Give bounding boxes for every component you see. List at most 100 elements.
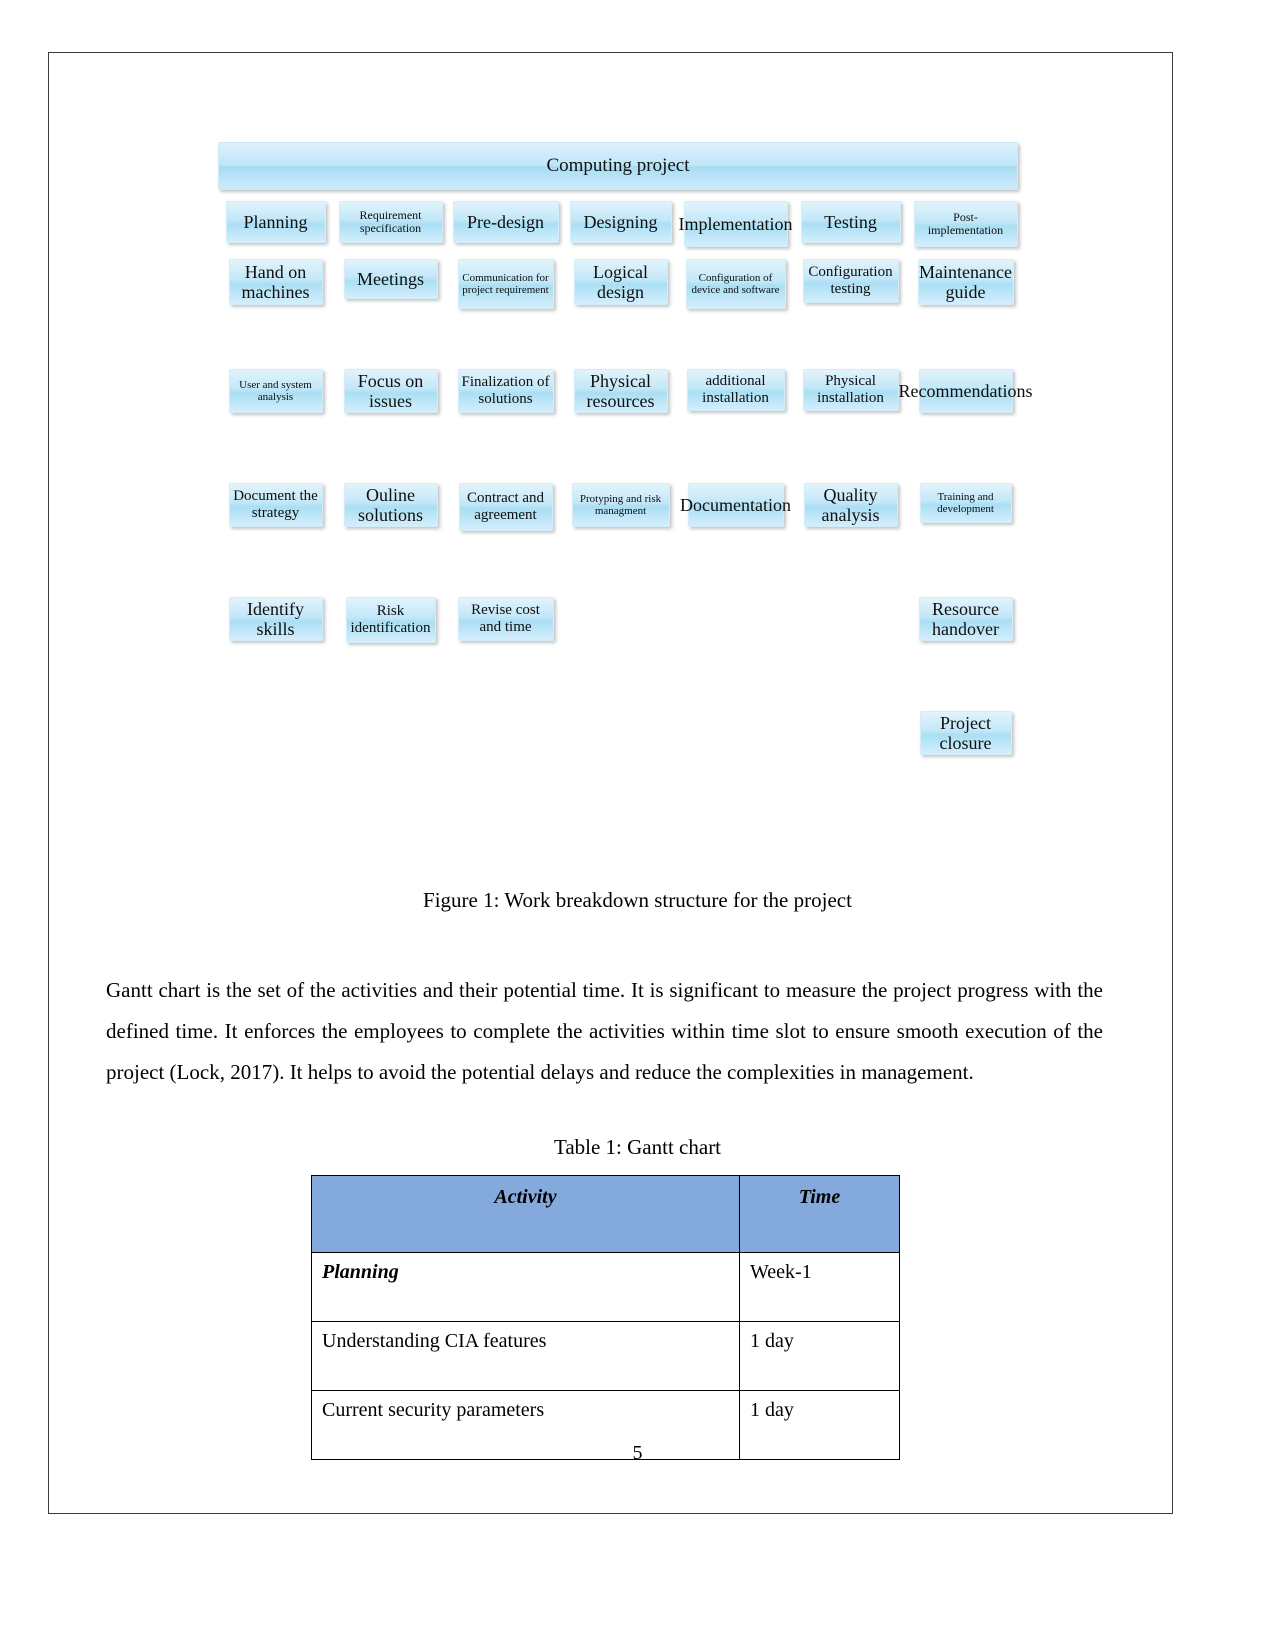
wbs-node: Planning xyxy=(225,201,326,243)
wbs-row-3: User and system analysis Focus on issues… xyxy=(218,369,1033,413)
table-header-row: Activity Time xyxy=(311,1175,900,1253)
wbs-cell: Training and development xyxy=(908,483,1023,531)
wbs-node-label: Post-implementation xyxy=(927,209,1004,237)
wbs-cell: Identify skills xyxy=(218,597,333,643)
wbs-node-label: Communication for project requirement xyxy=(462,271,549,296)
wbs-node: Designing xyxy=(569,201,672,243)
wbs-node-label: Configuration of device and software xyxy=(691,271,780,296)
wbs-node-label: Pre-design xyxy=(467,211,544,232)
wbs-node-label: Designing xyxy=(583,211,658,232)
cell-time: 1 day xyxy=(739,1321,900,1391)
wbs-node-label: Logical design xyxy=(593,261,648,302)
wbs-cell: Designing xyxy=(563,201,678,247)
wbs-row-4: Document the strategy Ouline solutions C… xyxy=(218,483,1023,531)
wbs-node: Risk identification xyxy=(345,597,436,643)
wbs-node: Documentation xyxy=(680,483,791,527)
wbs-cell: Project closure xyxy=(908,711,1023,755)
table-row: Understanding CIA features 1 day xyxy=(311,1321,900,1391)
wbs-cell: Quality analysis xyxy=(793,483,908,531)
wbs-node: Post-implementation xyxy=(913,201,1018,247)
page-number-text: 5 xyxy=(632,1442,643,1464)
wbs-row-2: Hand on machines Meetings Communication … xyxy=(218,259,1023,309)
wbs-node-label: Focus on issues xyxy=(357,370,424,411)
wbs-cell: Implementation xyxy=(678,201,793,247)
wbs-node: Quality analysis xyxy=(803,483,898,527)
wbs-cell: Configuration of device and software xyxy=(678,259,793,309)
wbs-node: Protyping and risk managment xyxy=(571,483,670,527)
wbs-node-label: Finalization of solutions xyxy=(461,374,550,407)
figure-caption: Figure 1: Work breakdown structure for t… xyxy=(0,888,1275,913)
wbs-node-label: Ouline solutions xyxy=(357,484,423,525)
table-caption-text: Table 1: Gantt chart xyxy=(553,1135,722,1159)
wbs-cell: Post-implementation xyxy=(908,201,1023,247)
wbs-cell: Configuration testing xyxy=(793,259,908,309)
gantt-chart-table: Activity Time Planning Week-1 Understand… xyxy=(311,1175,900,1460)
wbs-node: Contract and agreement xyxy=(458,483,553,531)
wbs-node-label: Project closure xyxy=(939,712,992,753)
wbs-cell: additional installation xyxy=(678,369,793,413)
wbs-cell: Protyping and risk managment xyxy=(563,483,678,531)
wbs-cell: Contract and agreement xyxy=(448,483,563,531)
wbs-node-label: Documentation xyxy=(680,494,791,515)
wbs-cell: Logical design xyxy=(563,259,678,309)
wbs-cell: Maintenance guide xyxy=(908,259,1023,309)
wbs-node-label: Protyping and risk managment xyxy=(579,492,662,517)
wbs-node: Pre-design xyxy=(452,201,559,243)
page-number: 5 xyxy=(0,1442,1275,1465)
wbs-node-label: User and system analysis xyxy=(239,378,312,403)
wbs-node: Physical installation xyxy=(802,369,899,411)
column-header-activity: Activity xyxy=(311,1175,740,1253)
wbs-cell: Communication for project requirement xyxy=(448,259,563,309)
figure-caption-text: Figure 1: Work breakdown structure for t… xyxy=(423,888,852,912)
wbs-node: Identify skills xyxy=(228,597,323,641)
wbs-row-1: Planning Requirement specification Pre-d… xyxy=(218,201,1023,247)
wbs-node-label: Testing xyxy=(824,211,877,232)
wbs-node-label: Recommendations xyxy=(898,380,1033,401)
wbs-node-label: Quality analysis xyxy=(821,484,880,525)
wbs-node-label: Requirement specification xyxy=(359,207,422,235)
wbs-cell: Focus on issues xyxy=(333,369,448,413)
wbs-node-label: Hand on machines xyxy=(241,261,310,302)
wbs-cell: Pre-design xyxy=(448,201,563,247)
wbs-node: Maintenance guide xyxy=(917,259,1014,305)
work-breakdown-structure-diagram: Computing project Planning Requirement s… xyxy=(218,142,1033,755)
wbs-node: Physical resources xyxy=(573,369,668,413)
wbs-node: Logical design xyxy=(573,259,668,305)
wbs-cell: Testing xyxy=(793,201,908,247)
wbs-node-label: Physical resources xyxy=(586,370,655,411)
wbs-node: Focus on issues xyxy=(343,369,438,413)
wbs-root-label: Computing project xyxy=(546,155,690,176)
wbs-node-label: Revise cost and time xyxy=(471,602,540,635)
gantt-chart-table-wrapper: Activity Time Planning Week-1 Understand… xyxy=(311,1175,900,1460)
wbs-cell: Ouline solutions xyxy=(333,483,448,531)
wbs-node: Requirement specification xyxy=(338,201,443,243)
wbs-cell: Recommendations xyxy=(899,369,1033,413)
wbs-node: Training and development xyxy=(919,483,1012,523)
wbs-node-label: Physical installation xyxy=(817,373,884,406)
table-row: Planning Week-1 xyxy=(311,1252,900,1322)
wbs-cell: Document the strategy xyxy=(218,483,333,531)
wbs-node: Configuration testing xyxy=(802,259,899,303)
wbs-node-label: Meetings xyxy=(357,268,424,289)
wbs-node-label: Resource handover xyxy=(932,598,999,639)
wbs-node-label: Configuration testing xyxy=(808,264,893,297)
wbs-node: Testing xyxy=(800,201,901,243)
wbs-root-node: Computing project xyxy=(218,142,1018,190)
wbs-node: Ouline solutions xyxy=(343,483,438,527)
cell-time: Week-1 xyxy=(739,1252,900,1322)
wbs-cell: Resource handover xyxy=(908,597,1023,643)
wbs-node: Communication for project requirement xyxy=(457,259,554,309)
wbs-cell: Hand on machines xyxy=(218,259,333,309)
wbs-node-label: Maintenance guide xyxy=(919,261,1012,302)
wbs-cell: User and system analysis xyxy=(218,369,333,413)
wbs-node: Configuration of device and software xyxy=(685,259,786,309)
wbs-node: Implementation xyxy=(679,201,792,247)
wbs-cell: Finalization of solutions xyxy=(448,369,563,413)
wbs-node: Recommendations xyxy=(899,369,1033,413)
wbs-cell: Documentation xyxy=(678,483,793,531)
wbs-node: Resource handover xyxy=(918,597,1013,641)
wbs-node-label: Risk identification xyxy=(350,603,431,636)
wbs-row-5: Identify skills Risk identification Revi… xyxy=(218,597,1023,643)
wbs-node-label: Implementation xyxy=(678,213,793,234)
wbs-node: User and system analysis xyxy=(228,369,323,413)
